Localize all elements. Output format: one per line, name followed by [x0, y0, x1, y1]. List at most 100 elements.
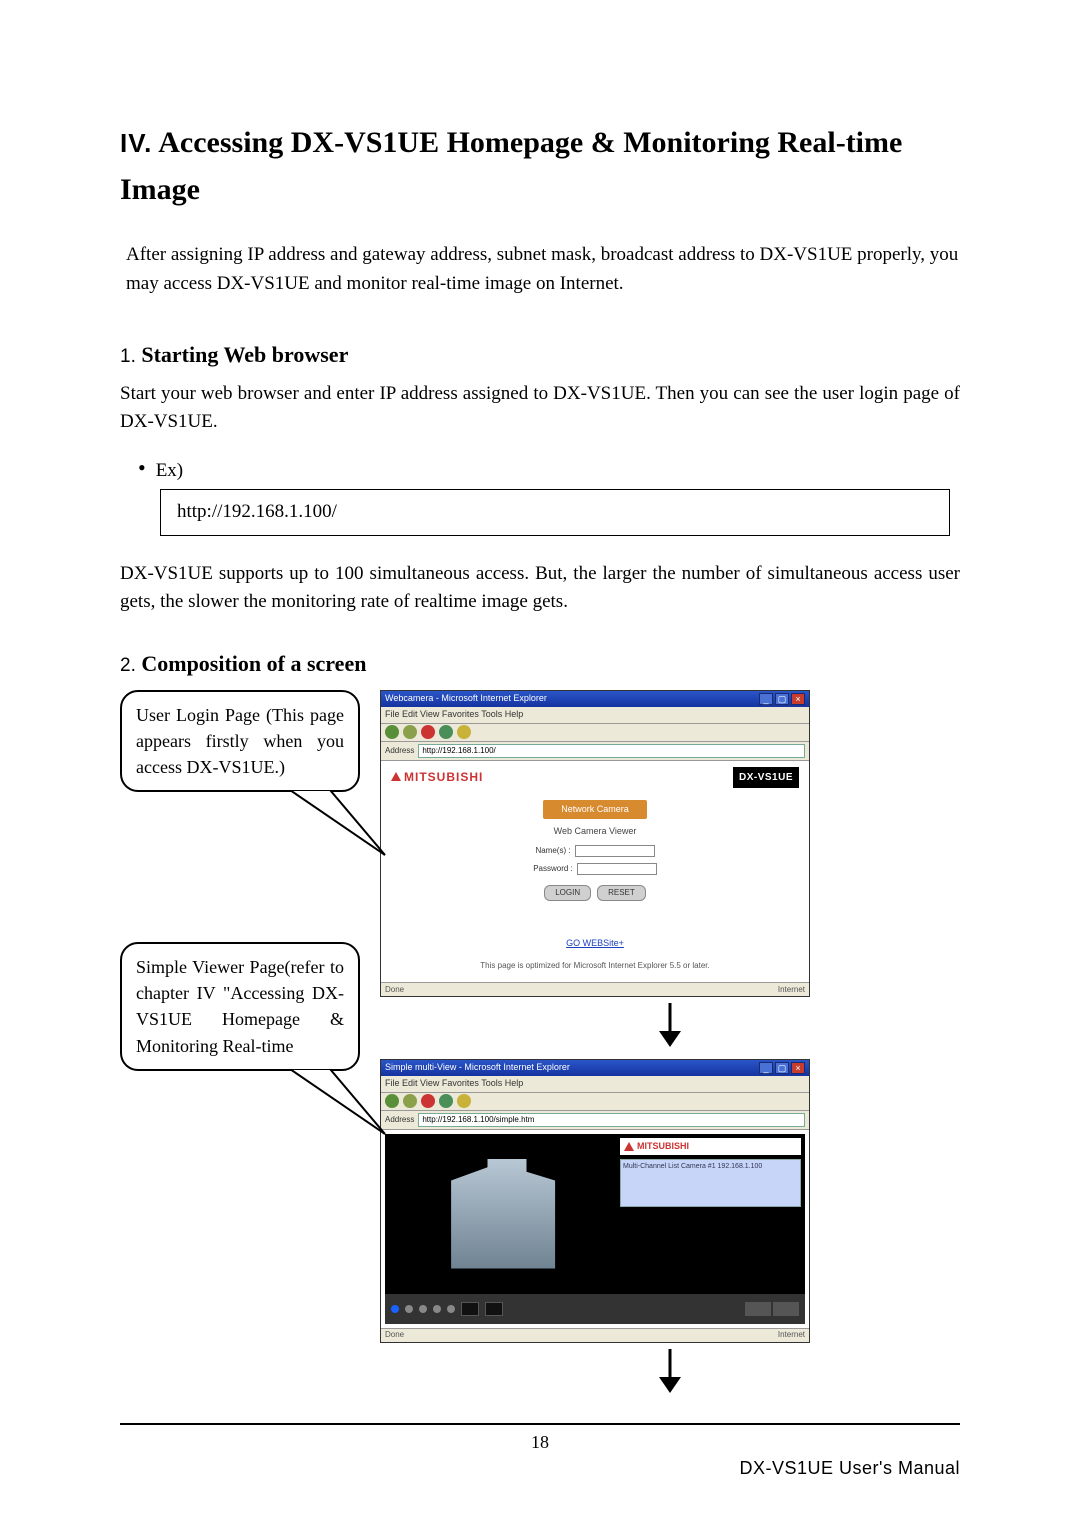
arrow-1	[380, 1003, 960, 1047]
password-input[interactable]	[577, 863, 657, 875]
viewer-controls	[385, 1294, 805, 1324]
refresh-icon[interactable]	[439, 725, 453, 739]
viewer-body: MITSUBISHI Multi-Channel List Camera #1 …	[381, 1130, 809, 1328]
arrow-2	[380, 1349, 960, 1393]
refresh-icon[interactable]	[439, 1094, 453, 1108]
viewer-side-panel: MITSUBISHI Multi-Channel List Camera #1 …	[616, 1134, 805, 1294]
subsection-2: 2. Composition of a screen User Login Pa…	[120, 647, 960, 1405]
callout-2-tail	[290, 1069, 400, 1159]
subsection-1-title: 1. Starting Web browser	[120, 338, 960, 372]
close-icon[interactable]: ×	[791, 1062, 805, 1074]
minimize-icon[interactable]: _	[759, 693, 773, 705]
ctrl-indicator[interactable]	[447, 1305, 455, 1313]
login-window-title: Webcamera - Microsoft Internet Explorer	[385, 692, 547, 706]
login-addressbar: Address	[381, 742, 809, 761]
page-rule	[120, 1423, 960, 1425]
viewer-image-area	[385, 1134, 616, 1294]
subsection-2-num: 2.	[120, 655, 136, 676]
ctrl-indicator[interactable]	[433, 1305, 441, 1313]
example-label: Ex)	[156, 457, 183, 486]
callout-2: Simple Viewer Page(refer to chapter IV "…	[120, 942, 360, 1070]
subsection-1-title-text: Starting Web browser	[141, 342, 348, 367]
viewer-brand-logo: MITSUBISHI	[620, 1138, 801, 1156]
maximize-icon[interactable]: ▢	[775, 1062, 789, 1074]
viewer-channel-panel[interactable]: Multi-Channel List Camera #1 192.168.1.1…	[620, 1159, 801, 1207]
ctrl-indicator[interactable]	[419, 1305, 427, 1313]
page-number: 18	[120, 1429, 960, 1456]
stop-icon[interactable]	[421, 725, 435, 739]
login-body: Network Camera Web Camera Viewer Name(s)…	[381, 794, 809, 983]
home-icon[interactable]	[457, 725, 471, 739]
callout-1-wrap: User Login Page (This page appears first…	[120, 690, 360, 792]
intro-paragraph: After assigning IP address and gateway a…	[126, 241, 960, 298]
callout-1-tail	[290, 790, 400, 880]
viewer-window-title: Simple multi-View - Microsoft Internet E…	[385, 1061, 570, 1075]
subsection-2-title-text: Composition of a screen	[141, 651, 366, 676]
viewer-titlebar: Simple multi-View - Microsoft Internet E…	[381, 1060, 809, 1076]
name-label: Name(s) :	[535, 845, 570, 857]
ctrl-button-wide[interactable]	[773, 1302, 799, 1316]
viewer-menubar[interactable]: File Edit View Favorites Tools Help	[381, 1076, 809, 1093]
password-label: Password :	[533, 863, 573, 875]
ctrl-button[interactable]	[461, 1302, 479, 1316]
ctrl-indicator-on[interactable]	[391, 1305, 399, 1313]
login-brandrow: MITSUBISHI DX-VS1UE	[381, 761, 809, 794]
section-heading: IV. Accessing DX-VS1UE Homepage & Monito…	[120, 120, 960, 213]
example-box: http://192.168.1.100/	[160, 489, 950, 536]
login-button[interactable]: LOGIN	[544, 885, 591, 901]
network-camera-banner: Network Camera	[543, 800, 647, 820]
back-icon[interactable]	[385, 725, 399, 739]
name-row: Name(s) :	[535, 845, 654, 857]
name-input[interactable]	[575, 845, 655, 857]
arrow-down-icon	[655, 1003, 685, 1047]
maximize-icon[interactable]: ▢	[775, 693, 789, 705]
composition-row: User Login Page (This page appears first…	[120, 690, 960, 1405]
example-bullet: • Ex)	[138, 457, 960, 486]
close-icon[interactable]: ×	[791, 693, 805, 705]
ctrl-indicator[interactable]	[405, 1305, 413, 1313]
forward-icon[interactable]	[403, 1094, 417, 1108]
brand-triangle-icon	[624, 1142, 634, 1151]
subsection-1-body: Start your web browser and enter IP addr…	[120, 380, 960, 437]
ctrl-button-wide[interactable]	[745, 1302, 771, 1316]
login-window-buttons: _ ▢ ×	[759, 693, 805, 705]
login-titlebar: Webcamera - Microsoft Internet Explorer …	[381, 691, 809, 707]
subsection-1-note: DX-VS1UE supports up to 100 simultaneous…	[120, 560, 960, 617]
viewer-toolbar[interactable]	[381, 1093, 809, 1111]
status-done: Done	[385, 984, 404, 996]
minimize-icon[interactable]: _	[759, 1062, 773, 1074]
viewer-title: Web Camera Viewer	[554, 825, 637, 839]
login-toolbar[interactable]	[381, 724, 809, 742]
example-url: http://192.168.1.100/	[177, 501, 337, 522]
callout-column: User Login Page (This page appears first…	[120, 690, 360, 1071]
address-input[interactable]	[418, 744, 805, 758]
subsection-1: 1. Starting Web browser Start your web b…	[120, 338, 960, 617]
website-link[interactable]: GO WEBSite+	[566, 937, 624, 951]
address-label: Address	[385, 745, 414, 757]
subsection-1-num: 1.	[120, 346, 136, 367]
screenshot-column: Webcamera - Microsoft Internet Explorer …	[380, 690, 960, 1405]
callout-2-wrap: Simple Viewer Page(refer to chapter IV "…	[120, 942, 360, 1070]
browser-footnote: This page is optimized for Microsoft Int…	[480, 960, 709, 972]
manual-label: DX-VS1UE User's Manual	[739, 1455, 960, 1482]
login-menubar[interactable]: File Edit View Favorites Tools Help	[381, 707, 809, 724]
home-icon[interactable]	[457, 1094, 471, 1108]
viewer-addressbar: Address	[381, 1111, 809, 1130]
ctrl-button[interactable]	[485, 1302, 503, 1316]
password-row: Password :	[533, 863, 657, 875]
viewer-statusbar: Done Internet	[381, 1328, 809, 1342]
status-zone: Internet	[778, 1329, 805, 1341]
model-badge: DX-VS1UE	[733, 767, 799, 788]
brand-logo: MITSUBISHI	[391, 768, 483, 786]
status-done: Done	[385, 1329, 404, 1341]
reset-button[interactable]: RESET	[597, 885, 646, 901]
ctrl-right-group	[745, 1302, 799, 1316]
arrow-down-icon	[655, 1349, 685, 1393]
address-input[interactable]	[418, 1113, 805, 1127]
forward-icon[interactable]	[403, 725, 417, 739]
login-statusbar: Done Internet	[381, 982, 809, 996]
stop-icon[interactable]	[421, 1094, 435, 1108]
section-title-text: Accessing DX-VS1UE Homepage & Monitoring…	[120, 126, 902, 206]
bullet-icon: •	[138, 457, 146, 479]
section-roman: IV.	[120, 128, 152, 158]
